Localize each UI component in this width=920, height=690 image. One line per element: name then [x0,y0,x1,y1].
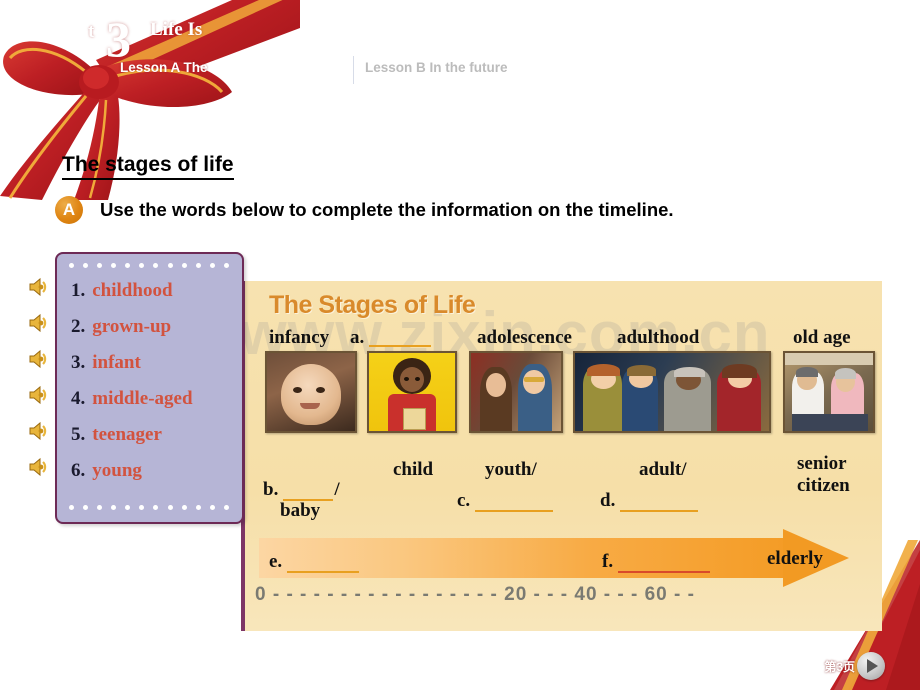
blank-d[interactable]: d. [600,490,699,512]
blank-f-letter: f. [602,551,614,572]
timeline-panel: www.zixin.com.cn The Stages of Life infa… [241,281,882,631]
blank-b[interactable]: b. / [263,479,340,501]
page-indicator: 第3页 [824,652,885,680]
photo-adulthood [573,351,771,433]
exercise-badge-a: A [55,196,83,224]
sub-label-senior-1: senior [797,453,847,474]
timeline-arrow: e. f. elderly [259,529,869,589]
word-number: 2. [71,316,86,337]
stage-label-adulthood: adulthood [617,327,700,348]
speaker-icon[interactable] [27,384,53,420]
sub-label-adult: adult/ [639,459,687,480]
word-text: middle-aged [92,388,193,409]
list-item[interactable]: 2. grown-up [71,316,237,352]
sub-label-senior-2: citizen [797,475,850,496]
stage-label-adolescence: adolescence [477,327,572,348]
dotted-border-top [69,263,229,271]
blank-c-line[interactable] [475,495,554,512]
word-number: 5. [71,424,86,445]
blank-f[interactable]: f. [602,551,711,573]
blank-f-line[interactable] [618,556,711,573]
dotted-border-bottom [69,505,229,513]
section-heading: The stages of life [62,153,234,181]
stage-label-infancy: infancy [269,327,330,348]
blank-b-line[interactable] [283,484,334,501]
blank-e-line[interactable] [287,556,360,573]
blank-b-letter: b. [263,479,279,500]
photo-infancy [265,351,357,433]
word-text: grown-up [92,316,172,337]
word-text: childhood [92,280,173,301]
instruction-text: Use the words below to complete the info… [100,199,674,220]
page-number-label: 第3页 [824,659,855,674]
word-number: 6. [71,460,86,481]
arrow-end-label: elderly [767,548,823,569]
audio-controls-column [27,276,57,492]
blank-b-suffix: / [334,479,340,500]
word-text: teenager [92,424,162,445]
stage-label-old-age: old age [793,327,851,348]
tab-lesson-b[interactable]: Lesson B In the future [365,60,508,75]
blank-c-letter: c. [457,490,471,511]
word-list-box: 1. childhood 2. grown-up 3. infant 4. mi… [55,252,244,524]
speaker-icon[interactable] [27,456,53,492]
list-item[interactable]: 6. young [71,460,237,496]
sub-label-baby: baby [280,500,321,521]
tab-divider [353,56,354,84]
list-item[interactable]: 5. teenager [71,424,237,460]
photo-adolescence [469,351,563,433]
list-item[interactable]: 3. infant [71,352,237,388]
sub-label-child: child [393,459,434,480]
speaker-icon[interactable] [27,348,53,384]
unit-label: t [88,21,95,42]
age-scale: 0 - - - - - - - - - - - - - - - - - 20 -… [255,584,695,605]
list-item[interactable]: 4. middle-aged [71,388,237,424]
blank-e[interactable]: e. [269,551,360,573]
blank-c[interactable]: c. [457,490,554,512]
word-text: young [92,460,142,481]
word-text: infant [92,352,141,373]
stage-blank-a[interactable]: a. [350,327,364,349]
photo-child [367,351,457,433]
unit-title-text: Life Is [150,19,203,40]
blank-d-line[interactable] [620,495,699,512]
blank-d-letter: d. [600,490,616,511]
speaker-icon[interactable] [27,312,53,348]
speaker-icon[interactable] [27,420,53,456]
tab-lesson-a[interactable]: Lesson A The [120,60,208,75]
word-number: 3. [71,352,86,373]
stage-blank-a-line[interactable] [369,345,431,347]
photo-old-age [783,351,875,433]
slide-canvas: t 3 Life Is Lesson A The Lesson B In the… [0,0,920,690]
blank-e-letter: e. [269,551,283,572]
play-next-icon[interactable] [857,652,885,680]
speaker-icon[interactable] [27,276,53,312]
timeline-title: The Stages of Life [269,291,476,319]
instruction-row: A Use the words below to complete the in… [55,196,674,224]
sub-label-youth: youth/ [485,459,537,480]
lesson-tabs: Lesson A The Lesson B In the future [120,56,880,86]
word-list: 1. childhood 2. grown-up 3. infant 4. mi… [71,280,237,496]
word-number: 4. [71,388,86,409]
list-item[interactable]: 1. childhood [71,280,237,316]
word-number: 1. [71,280,86,301]
